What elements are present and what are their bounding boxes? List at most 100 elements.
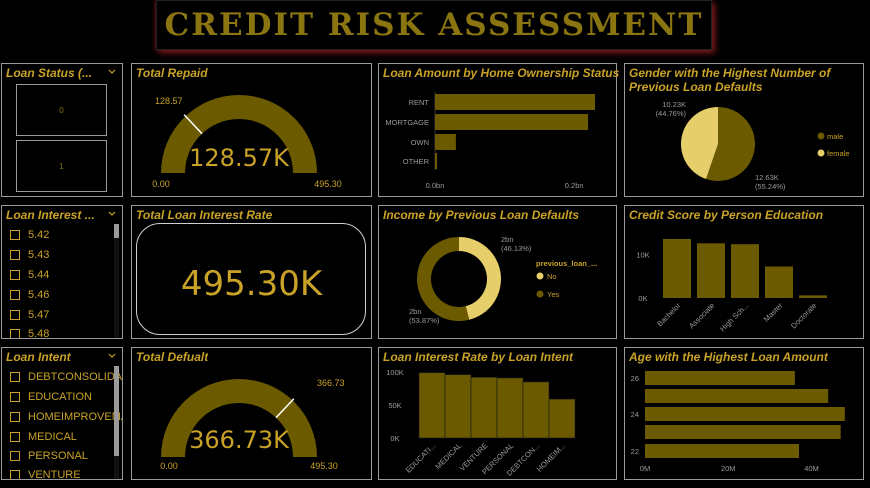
gauge-max-label: 495.30 <box>314 179 342 189</box>
checkbox-icon[interactable] <box>10 470 20 479</box>
credit-education-chart[interactable]: Credit Score by Person Education 0K 10K Ba… <box>624 205 864 339</box>
loan-intent-option[interactable]: VENTURE <box>10 469 81 479</box>
scrollbar-thumb[interactable] <box>114 366 119 456</box>
checkbox-icon[interactable] <box>10 230 20 240</box>
gender-chart[interactable]: Gender with the Highest Number of Previo… <box>624 63 864 197</box>
checkbox-icon[interactable] <box>10 412 20 422</box>
bar <box>799 295 827 298</box>
checkbox-icon[interactable] <box>10 432 20 442</box>
checkbox-icon[interactable] <box>10 250 20 260</box>
gauge-pointer-label: 366.73 <box>317 378 345 388</box>
loan-status-slicer[interactable]: Loan Status (... 0 1 <box>1 63 123 197</box>
loan-intent-option[interactable]: DEBTCONSOLIDA... <box>10 371 122 383</box>
bar <box>418 372 446 439</box>
loan-intent-slicer[interactable]: Loan Intent DEBTCONSOLIDA... EDUCATION H… <box>1 347 123 480</box>
data-label: (53.87%) <box>409 316 440 325</box>
loan-status-slicer-title: Loan Status (... <box>6 66 93 80</box>
legend-swatch <box>817 149 825 157</box>
bar <box>645 389 829 403</box>
total-repaid-gauge: 128.57 128.57K 0.00 495.30 <box>152 95 342 189</box>
legend-label: female <box>827 149 850 158</box>
checkbox-icon[interactable] <box>10 372 20 382</box>
interest-intent-plot: 0K50K100KEDUCATI...MEDICALVENTUREPERSONA… <box>386 368 576 478</box>
home-ownership-chart[interactable]: Loan Amount by Home Ownership Status REN… <box>378 63 619 197</box>
option-label: 5.44 <box>28 269 50 281</box>
tick-label: EDUCATI... <box>404 441 438 475</box>
income-defaults-chart[interactable]: Income by Previous Loan Defaults 2bn (46.… <box>378 205 617 339</box>
loan-interest-slicer-title: Loan Interest ... <box>6 208 95 222</box>
scrollbar[interactable] <box>114 366 119 479</box>
loan-intent-option[interactable]: PERSONAL <box>10 450 88 462</box>
report-title: CREDIT RISK ASSESSMENT <box>164 7 704 43</box>
gauge-max-label: 495.30 <box>310 461 338 471</box>
legend-label: Yes <box>547 290 559 299</box>
bar <box>435 153 438 169</box>
checkbox-icon[interactable] <box>10 290 20 300</box>
loan-interest-option[interactable]: 5.43 <box>10 249 49 261</box>
bar <box>765 266 793 298</box>
loan-interest-option[interactable]: 5.47 <box>10 309 49 321</box>
data-label: 2bn <box>501 235 514 244</box>
income-defaults-plot: 2bn(46.13%)No2bn(53.87%)Yesprevious_loan… <box>409 235 597 325</box>
bar <box>645 444 800 458</box>
tick-label: RENT <box>409 98 430 107</box>
bar <box>645 407 845 421</box>
option-label: EDUCATION <box>28 391 92 403</box>
chevron-down-icon[interactable] <box>108 68 116 76</box>
scrollbar-thumb[interactable] <box>114 224 119 238</box>
tick-label: 10K <box>636 250 649 259</box>
checkbox-icon[interactable] <box>10 392 20 402</box>
checkbox-icon[interactable] <box>10 310 20 320</box>
data-label: 2bn <box>409 307 422 316</box>
total-default-card[interactable]: Total Defualt 366.73 366.73K 0.00 495.30 <box>131 347 372 480</box>
total-interest-card[interactable]: Total Loan Interest Rate 495.30K <box>131 205 372 339</box>
loan-intent-slicer-title: Loan Intent <box>6 350 71 364</box>
checkbox-icon[interactable] <box>10 451 20 461</box>
loan-intent-option[interactable]: MEDICAL <box>10 431 77 443</box>
loan-status-option-label: 0 <box>59 105 64 115</box>
loan-interest-option[interactable]: 5.42 <box>10 229 49 241</box>
tick-label: High Sch... <box>718 301 750 333</box>
loan-intent-option[interactable]: HOMEIMPROVEMA... <box>10 411 122 423</box>
loan-interest-option[interactable]: 5.48 <box>10 328 49 338</box>
total-interest-title: Total Loan Interest Rate <box>136 208 273 222</box>
loan-interest-option[interactable]: 5.46 <box>10 289 49 301</box>
gauge-pointer-label: 128.57 <box>155 96 183 106</box>
chevron-down-icon[interactable] <box>108 352 116 360</box>
tick-label: MORTGAGE <box>385 118 429 127</box>
loan-interest-slicer[interactable]: Loan Interest ... 5.42 5.43 5.44 5.46 5.… <box>1 205 123 339</box>
bar <box>697 243 725 298</box>
report-header: CREDIT RISK ASSESSMENT <box>156 0 712 50</box>
scrollbar[interactable] <box>114 224 119 338</box>
loan-intent-option[interactable]: EDUCATION <box>10 391 92 403</box>
loan-status-option-1[interactable]: 1 <box>16 140 107 192</box>
tick-label: 22 <box>631 447 639 456</box>
interest-intent-chart[interactable]: Loan Interest Rate by Loan Intent 0K 50K 1… <box>378 347 617 480</box>
checkbox-icon[interactable] <box>10 270 20 280</box>
loan-interest-option[interactable]: 5.44 <box>10 269 49 281</box>
tick-label: OTHER <box>403 157 430 166</box>
total-repaid-card[interactable]: Total Repaid 128.57 128.57K 0.00 495.30 <box>131 63 372 197</box>
option-label: 5.43 <box>28 249 50 261</box>
gauge-min-label: 0.00 <box>152 179 170 189</box>
tick-label: 0K <box>390 434 399 443</box>
tick-label: 0.0bn <box>426 181 445 190</box>
checkbox-icon[interactable] <box>10 329 20 338</box>
data-label: 12.63K <box>755 173 779 182</box>
tick-label: Bachelor <box>655 301 683 329</box>
bar <box>522 381 550 439</box>
tick-label: 26 <box>631 374 639 383</box>
option-label: PERSONAL <box>28 450 88 462</box>
loan-status-option-0[interactable]: 0 <box>16 84 107 136</box>
tick-label: Doctorate <box>789 301 818 330</box>
home-ownership-plot: RENT MORTGAGE OWN OTHER 0.0bn 0.2bn <box>385 92 596 190</box>
chevron-down-icon[interactable] <box>108 210 116 218</box>
bar <box>663 238 691 298</box>
age-amount-chart[interactable]: Age with the Highest Loan Amount 26 24 22 0… <box>624 347 864 480</box>
data-label: (55.24%) <box>755 182 786 191</box>
bar <box>645 425 841 439</box>
bar <box>496 377 524 439</box>
tick-label: 20M <box>721 464 736 473</box>
data-label: (44.76%) <box>656 109 687 118</box>
age-amount-plot: 26 24 220M 20M 40M <box>631 371 845 473</box>
